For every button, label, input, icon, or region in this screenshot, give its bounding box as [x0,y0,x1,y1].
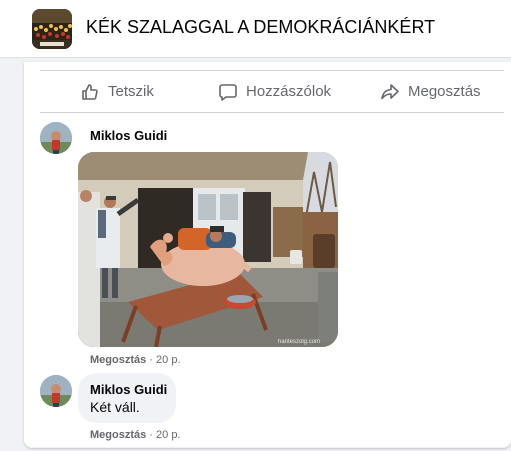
comment-label: Hozzászólok [246,83,332,100]
group-avatar[interactable] [32,9,72,49]
comment-meta: Megosztás · 20 p. [90,354,181,366]
comment-timestamp[interactable]: 20 p. [156,429,180,441]
share-link[interactable]: Megosztás [90,354,146,366]
comment-timestamp[interactable]: 20 p. [156,354,180,366]
like-label: Tetszik [108,83,154,100]
meta-separator: · [146,354,157,366]
comment-bubble: Miklos Guidi Két váll. [78,373,176,423]
post-action-bar: Tetszik Hozzászólok Megosztás [40,70,504,113]
share-arrow-icon [381,83,399,99]
avatar-image [40,122,72,154]
group-header: KÉK SZALAGGAL A DEMOKRÁCIÁNKÉRT [0,0,511,58]
comment-author[interactable]: Miklos Guidi [90,382,167,397]
photo-watermark: hanteszolg.com [278,339,320,345]
avatar[interactable] [40,375,72,407]
avatar[interactable] [40,122,72,154]
thumbs-up-icon [82,83,98,100]
share-label: Megosztás [408,83,481,100]
share-button[interactable]: Megosztás [380,71,481,112]
group-avatar-image [32,9,72,49]
comment-photo-image: hanteszolg.com [78,152,338,347]
share-link[interactable]: Megosztás [90,429,146,441]
avatar-image [40,375,72,407]
meta-separator: · [146,429,157,441]
like-button[interactable]: Tetszik [80,71,154,112]
comment-author[interactable]: Miklos Guidi [90,128,167,143]
comment-photo[interactable]: hanteszolg.com [78,152,338,347]
speech-bubble-icon [219,83,237,101]
comment-text: Két váll. [90,399,140,415]
comment-button[interactable]: Hozzászólok [218,71,331,112]
group-title[interactable]: KÉK SZALAGGAL A DEMOKRÁCIÁNKÉRT [86,17,435,38]
comment-meta: Megosztás · 20 p. [90,429,181,441]
